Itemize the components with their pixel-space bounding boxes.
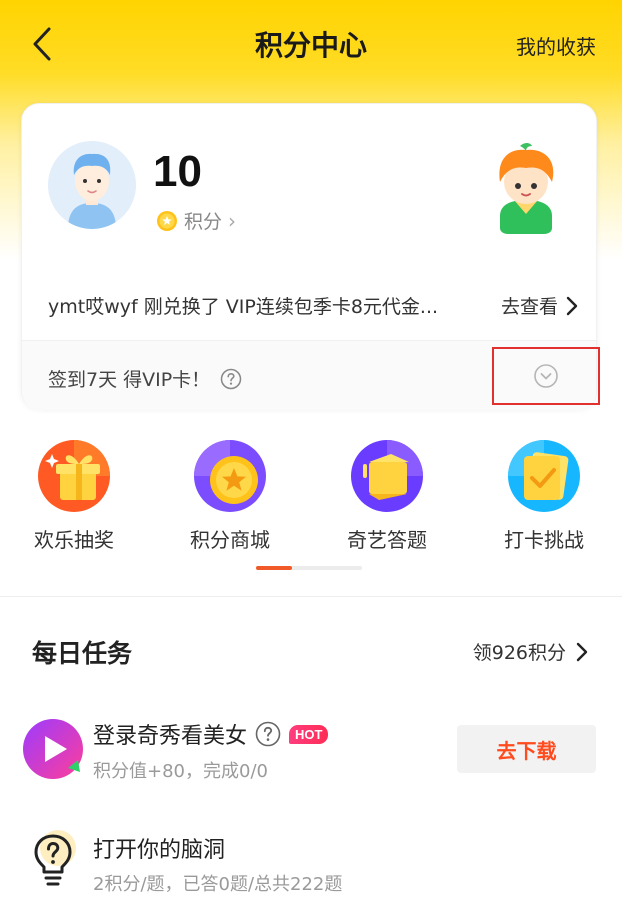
question-circle-icon[interactable] [220, 368, 242, 390]
pager-active-indicator [256, 566, 292, 570]
star-coin-icon [194, 440, 266, 512]
points-card: 10 积分 › ymt哎wyf 刚兑换了 VIP连续包季卡8元代金... 去查看… [21, 103, 600, 410]
my-rewards-link[interactable]: 我的收获 [516, 31, 596, 60]
question-circle-icon[interactable] [255, 721, 281, 747]
coin-icon [157, 210, 177, 231]
task-subtitle: 积分值+80，完成0/0 [93, 761, 268, 782]
mascot-icon [499, 143, 554, 234]
section-divider [0, 596, 622, 597]
exchange-ticker: ymt哎wyf 刚兑换了 VIP连续包季卡8元代金... [48, 296, 439, 318]
daily-tasks-title: 每日任务 [32, 639, 133, 668]
quick-entry-mall[interactable]: 积分商城 [175, 440, 285, 553]
task-title: 打开你的脑洞 [93, 832, 225, 864]
expand-checkin-button[interactable] [492, 347, 600, 405]
task-subtitle: 2积分/题，已答0题/总共222题 [93, 874, 343, 895]
avatar[interactable] [48, 141, 136, 229]
gift-box-icon [38, 440, 110, 512]
play-app-icon [23, 719, 83, 779]
points-value: 10 [153, 147, 202, 196]
checkin-bar: 签到7天 得VIP卡！ [22, 341, 600, 410]
download-button[interactable]: 去下载 [457, 725, 596, 773]
task-item: 登录奇秀看美女 HOT 积分值+80，完成0/0 去下载 [0, 710, 622, 800]
task-title-text: 打开你的脑洞 [93, 838, 226, 863]
view-exchange-label: 去查看 [500, 296, 558, 318]
quick-entry-lottery[interactable]: 欢乐抽奖 [19, 440, 129, 553]
view-exchange-link[interactable]: 去查看 [501, 292, 578, 319]
checkin-prompt: 签到7天 得VIP卡！ [48, 365, 242, 392]
points-label: 积分 [184, 211, 223, 233]
quick-entry-row: 欢乐抽奖 积分商城 奇艺答题 打卡挑战 [0, 440, 622, 553]
back-button[interactable] [22, 22, 62, 66]
chevron-right-icon [576, 642, 588, 661]
checkmark-card-icon [508, 440, 580, 512]
quick-entry-label: 奇艺答题 [347, 528, 427, 552]
chevron-right-icon [566, 296, 578, 315]
quick-entry-label: 打卡挑战 [504, 528, 584, 552]
hot-badge: HOT [289, 724, 329, 744]
user-avatar-icon [48, 141, 136, 229]
quick-entry-challenge[interactable]: 打卡挑战 [489, 440, 599, 553]
chevron-right-icon: › [228, 208, 237, 233]
task-title: 登录奇秀看美女 HOT [93, 718, 329, 750]
quick-entry-pager [256, 566, 362, 570]
task-title-text: 登录奇秀看美女 [93, 724, 248, 749]
chevron-down-circle-icon [534, 364, 558, 388]
quick-entry-label: 欢乐抽奖 [34, 528, 114, 552]
answer-card-icon [351, 440, 423, 512]
lightbulb-question-icon [34, 830, 76, 886]
nav-bar: 积分中心 我的收获 [0, 0, 622, 88]
points-detail-link[interactable]: 积分 › [156, 207, 236, 234]
quick-entry-label: 积分商城 [190, 528, 270, 552]
chevron-left-icon [33, 27, 51, 61]
checkin-text: 签到7天 得VIP卡！ [48, 369, 211, 391]
claim-points-link[interactable]: 领926积分 [473, 638, 588, 665]
quick-entry-quiz[interactable]: 奇艺答题 [332, 440, 442, 553]
task-item: 打开你的脑洞 2积分/题，已答0题/总共222题 [0, 820, 622, 902]
claim-points-label: 领926积分 [472, 642, 566, 664]
